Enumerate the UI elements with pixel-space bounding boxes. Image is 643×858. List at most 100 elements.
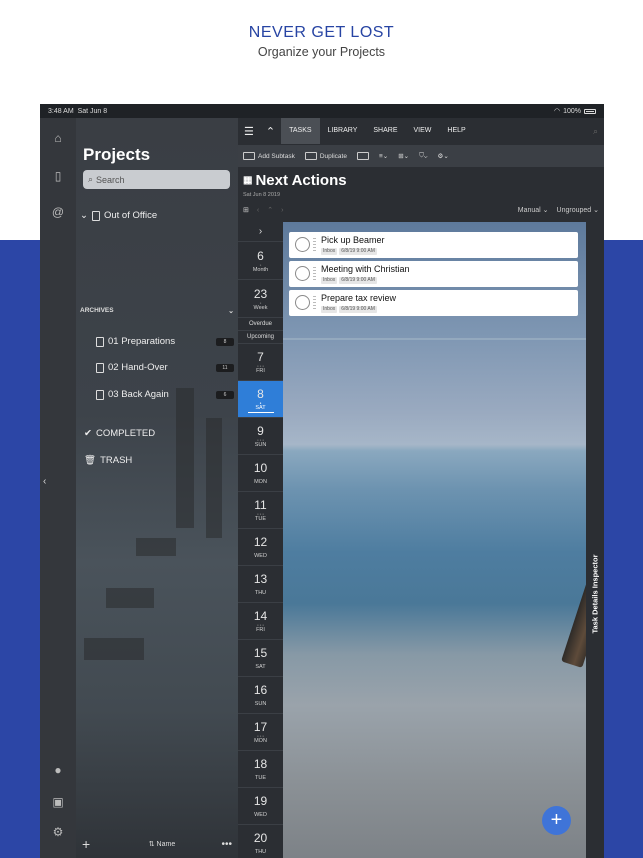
collapse-sidebar-icon[interactable]: ‹ (43, 476, 46, 487)
task-details-inspector-tab[interactable]: Task Details Inspector (586, 222, 604, 858)
strip-day[interactable]: 20 THU (238, 825, 283, 858)
grid-style-button[interactable]: ⊞⌄ (398, 152, 409, 160)
strip-day[interactable]: 9 ● ● ● SUN (238, 418, 283, 455)
drag-handle-icon[interactable] (313, 238, 316, 251)
strip-month[interactable]: 6 ● Month (238, 242, 283, 280)
strip-day[interactable]: 15 SAT (238, 640, 283, 677)
search-input[interactable]: ⌕ Search (83, 170, 230, 189)
archive-trash[interactable]: 🗑 TRASH (84, 455, 132, 466)
project-item[interactable]: 02 Hand-Over 11 (96, 362, 234, 373)
drag-handle-icon[interactable] (313, 296, 316, 309)
chevron-left-icon[interactable]: ‹ (257, 207, 259, 214)
tab-help[interactable]: HELP (439, 118, 473, 144)
search-icon[interactable]: ⌕ (593, 126, 604, 137)
strip-day[interactable]: 17 ● ● ● MON (238, 714, 283, 751)
list-icon: ≡⌄ (378, 153, 389, 160)
sidebar-footer: + ⇅ Name ••• (76, 830, 238, 858)
cell-number: 6 (257, 249, 264, 263)
task-list-tag: Inbox (321, 248, 338, 255)
card-icon (356, 152, 369, 160)
tab-library[interactable]: LIBRARY (320, 118, 366, 144)
background-pier (84, 638, 144, 660)
project-label: 03 Back Again (108, 389, 169, 400)
task-row[interactable]: Pick up Beamer Inbox 6/8/19 9:00 AM (289, 232, 578, 258)
duplicate-button[interactable]: Duplicate (304, 152, 347, 160)
inbox-icon[interactable]: ⌂ (50, 130, 66, 146)
calendar-icon: ▦ (243, 175, 253, 186)
strip-week[interactable]: 23 ● Week (238, 280, 283, 318)
chevron-right-icon[interactable]: › (281, 207, 283, 214)
chevron-down-icon: ⌄ (228, 308, 234, 315)
chevron-up-icon[interactable]: ⌃ (267, 206, 273, 214)
cell-label: MON (254, 479, 267, 485)
tab-view[interactable]: VIEW (406, 118, 440, 144)
task-row[interactable]: Prepare tax review Inbox 6/8/19 9:00 AM (289, 290, 578, 316)
task-checkbox[interactable] (295, 237, 310, 252)
page-title-text: Next Actions (255, 172, 347, 189)
sort-by-name-button[interactable]: ⇅ Name (112, 840, 212, 848)
group-label: Ungrouped (556, 207, 592, 214)
cell-label: WED (254, 812, 267, 818)
strip-day-selected[interactable]: 8 ● SAT (238, 381, 283, 418)
task-checkbox[interactable] (295, 266, 310, 281)
strip-day[interactable]: 18 TUE (238, 751, 283, 788)
cell-label: SAT (255, 664, 266, 670)
task-row[interactable]: Meeting with Christian Inbox 6/8/19 9:00… (289, 261, 578, 287)
at-icon[interactable]: @ (50, 204, 66, 220)
checkmark-icon: ✔ (84, 428, 92, 439)
list-style-button[interactable]: ≡⌄ (379, 152, 388, 160)
documents-icon[interactable]: ▯ (50, 168, 66, 184)
strip-day[interactable]: 16 SUN (238, 677, 283, 714)
add-task-button[interactable]: + (542, 806, 571, 835)
folder-out-of-office[interactable]: ⌄ Out of Office (80, 210, 157, 221)
cell-label: MON (254, 738, 267, 744)
add-project-button[interactable]: + (82, 836, 112, 852)
group-dropdown[interactable]: Ungrouped ⌄ (557, 206, 599, 214)
duplicate-icon (304, 152, 317, 160)
cell-number: 7 (257, 350, 264, 364)
strip-overdue[interactable]: Overdue (238, 318, 283, 331)
project-count-badge: 6 (216, 390, 234, 399)
more-options-button[interactable]: ••• (212, 839, 232, 850)
chevron-up-icon[interactable]: ⌃ (260, 125, 281, 138)
archive-completed[interactable]: ✔ COMPLETED (84, 428, 155, 439)
cell-number: 10 (253, 461, 268, 475)
database-icon[interactable]: ▣ (50, 794, 66, 810)
task-checkbox[interactable] (295, 295, 310, 310)
tab-share[interactable]: SHARE (365, 118, 405, 144)
add-subtask-button[interactable]: Add Subtask (243, 152, 295, 160)
drag-handle-icon[interactable] (313, 267, 316, 280)
strip-day[interactable]: 12 WED (238, 529, 283, 566)
project-icon (96, 362, 104, 373)
cell-number: 14 (253, 609, 268, 623)
hamburger-menu-icon[interactable]: ☰ (238, 125, 260, 138)
settings-icon[interactable]: ⚙ (50, 824, 66, 840)
strip-day[interactable]: 19 WED (238, 788, 283, 825)
strip-day[interactable]: 14 ● ● ● FRI (238, 603, 283, 640)
grid-toggle-icon[interactable]: ⊞ (243, 206, 249, 214)
strip-upcoming[interactable]: Upcoming (238, 331, 283, 344)
expand-strip-button[interactable]: › (238, 222, 283, 242)
archives-header[interactable]: ARCHIVES ⌄ (80, 307, 234, 315)
archives-label: ARCHIVES (80, 307, 114, 314)
status-date: Sat Jun 8 (77, 107, 108, 115)
card-view-button[interactable] (356, 152, 369, 160)
project-item[interactable]: 01 Preparations 8 (96, 336, 234, 347)
sort-dropdown[interactable]: Manual ⌄ (518, 206, 549, 214)
project-item[interactable]: 03 Back Again 6 (96, 389, 234, 400)
trash-icon: 🗑 (84, 455, 97, 466)
account-icon[interactable]: ● (50, 762, 66, 778)
battery-icon (584, 108, 596, 114)
strip-day[interactable]: 7 ● ● ● FRI (238, 344, 283, 381)
tab-tasks[interactable]: TASKS (281, 118, 320, 144)
folder-icon (91, 210, 100, 221)
filter-button[interactable]: ⛉⌄ (419, 152, 427, 160)
strip-day[interactable]: 10 MON (238, 455, 283, 492)
actions-button[interactable]: ⚙⌄ (438, 152, 449, 160)
folder-label: Out of Office (103, 210, 158, 221)
page-date: Sat Jun 8 2019 (243, 192, 281, 198)
sidebar-title: Projects (83, 145, 151, 164)
strip-day[interactable]: 13 THU (238, 566, 283, 603)
hero-subtitle: Organize your Projects (257, 45, 386, 59)
strip-day[interactable]: 11 ● ● ● TUE (238, 492, 283, 529)
